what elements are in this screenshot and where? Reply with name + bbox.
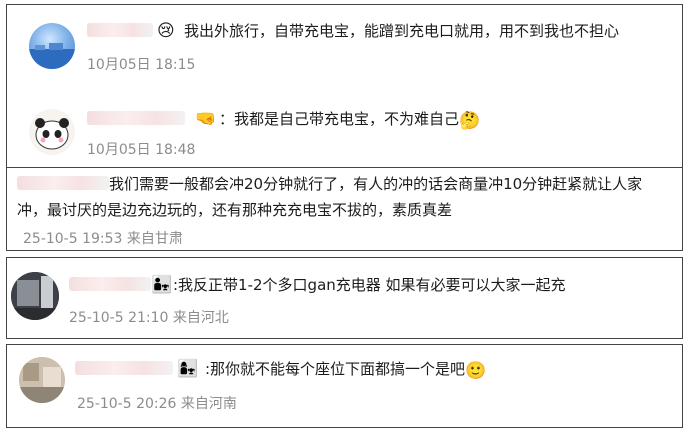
time: 18:15	[155, 57, 196, 73]
avatar[interactable]	[29, 23, 75, 69]
date: 10月05日	[87, 142, 151, 158]
panda-avatar-icon	[35, 118, 69, 150]
comment-meta: 25-10-5 21:10 来自河北	[69, 310, 229, 326]
landscape-icon	[29, 43, 75, 69]
sad-badge-icon: 😢	[157, 21, 175, 41]
comment-text-line2: 冲，最讨厌的是边充边玩的，还有那种充充电宝不拔的，素质真差	[17, 201, 453, 219]
comment-text: ：我都是自己带充电宝，不为难自己🤔	[219, 107, 480, 133]
comment-date: 10月05日 18:15	[87, 54, 195, 74]
username-redacted[interactable]	[75, 361, 173, 375]
date: 10月05日	[87, 57, 151, 73]
comment-card: 👨‍👧 :我反正带1-2个多口gan充电器 如果有必要可以大家一起充 25-10…	[6, 257, 683, 339]
fist-badge-icon: 🤜	[195, 109, 217, 129]
comment-card: 我们需要一般都会冲20分钟就行了，有人的冲的话会商量冲10分钟赶紧就让人家 冲，…	[6, 167, 683, 251]
username-redacted[interactable]	[87, 111, 185, 125]
avatar[interactable]	[11, 272, 59, 320]
family-badge-icon: 👨‍👧	[151, 275, 173, 295]
smile-emoji-icon: 🙂	[465, 361, 487, 381]
photo-avatar-icon	[11, 272, 59, 320]
time: 18:48	[155, 142, 196, 158]
avatar[interactable]	[29, 109, 75, 155]
reply-group: 😢 我出外旅行，自带充电宝，能蹭到充电口就用，用不到我也不担心 10月05日 1…	[6, 4, 683, 167]
comment-meta: 25-10-5 20:26 来自河南	[77, 396, 237, 412]
family-badge-icon: 👩‍👧	[177, 359, 199, 379]
photo-avatar-icon	[19, 357, 65, 403]
comment-text: :那你就不能每个座位下面都搞一个是吧🙂	[205, 357, 486, 383]
comment-text-body: ：我都是自己带充电宝，不为难自己	[219, 110, 460, 128]
comment-text: :我反正带1-2个多口gan充电器 如果有必要可以大家一起充	[173, 276, 566, 294]
comment-card: 👩‍👧 :那你就不能每个座位下面都搞一个是吧🙂 25-10-5 20:26 来自…	[6, 344, 683, 428]
username-redacted[interactable]	[87, 23, 153, 37]
comment-text-body: :那你就不能每个座位下面都搞一个是吧	[205, 360, 466, 378]
comment-text-line1: 我们需要一般都会冲20分钟就行了，有人的冲的话会商量冲10分钟赶紧就让人家	[109, 175, 643, 193]
comment-text: 我出外旅行，自带充电宝，能蹭到充电口就用，用不到我也不担心	[184, 22, 620, 40]
username-redacted[interactable]	[17, 176, 109, 190]
comment-date: 10月05日 18:48	[87, 139, 195, 159]
thinking-emoji-icon: 🤔	[459, 111, 481, 131]
username-redacted[interactable]	[69, 277, 151, 291]
comment-meta: 25-10-5 19:53 来自甘肃	[23, 231, 183, 247]
avatar[interactable]	[19, 357, 65, 403]
